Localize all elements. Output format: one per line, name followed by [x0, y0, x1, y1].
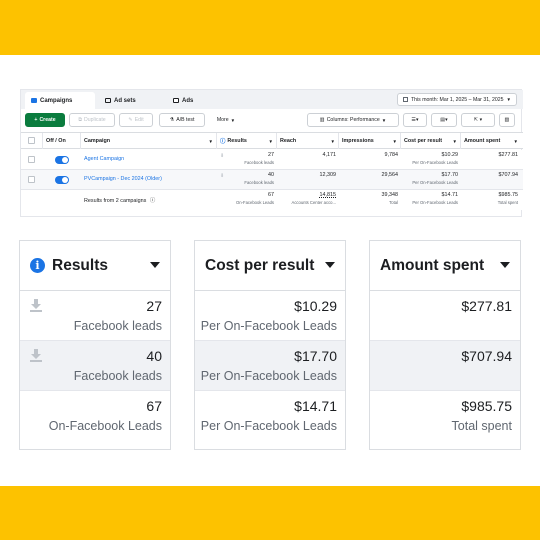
tab-campaigns[interactable]: Campaigns	[25, 92, 95, 109]
columns-dropdown[interactable]: ▥ Columns: Performance ▼	[307, 113, 399, 127]
more-button[interactable]: More ▼	[211, 113, 241, 127]
col-impressions[interactable]: Impressions ▼	[339, 133, 401, 149]
download-icon	[30, 299, 42, 312]
download-icon: ⬇	[220, 173, 225, 179]
chevron-down-icon: ▼	[230, 117, 236, 123]
chart-toggle-button[interactable]: ▨	[499, 113, 515, 127]
date-range-picker[interactable]: This month: Mar 1, 2025 – Mar 31, 2025 ▼	[396, 93, 517, 106]
table-row[interactable]: Agent Campaign ⬇ 27 Facebook leads 4,171 9…	[21, 150, 523, 170]
toolbar: + Create ⧉ Duplicate ✎ Edit ⚗ A/B test M…	[21, 112, 523, 128]
calendar-icon	[402, 97, 408, 102]
folder-icon	[31, 98, 37, 103]
col-reach[interactable]: Reach ▼	[277, 133, 339, 149]
chevron-down-icon: ▼	[392, 138, 397, 144]
plus-icon: +	[34, 117, 38, 123]
col-amount-spent[interactable]: Amount spent ▼	[461, 133, 521, 149]
bottom-yellow-band	[0, 486, 540, 540]
top-yellow-band	[0, 0, 540, 55]
chart-icon: ▨	[504, 117, 510, 123]
col-campaign[interactable]: Campaign ▼	[81, 133, 217, 149]
download-icon: ⬇	[220, 153, 225, 159]
cost-row: $10.29 Per On-Facebook Leads	[195, 291, 345, 341]
col-off-on[interactable]: Off / On	[43, 133, 81, 149]
tab-ads[interactable]: Ads	[167, 92, 229, 109]
amount-spent-card: Amount spent $277.81 $707.94 $985.75 Tot…	[369, 240, 521, 450]
col-results[interactable]: ⓘ Results ▼	[217, 133, 277, 149]
spent-card-header[interactable]: Amount spent	[370, 241, 520, 291]
breakdown-icon: ☰▾	[411, 117, 419, 123]
ads-manager-panel: Campaigns Ad sets Ads This month: Mar 1,…	[20, 89, 523, 217]
spent-row: $707.94	[370, 341, 520, 391]
results-card-header[interactable]: i Results	[20, 241, 170, 291]
row-checkbox[interactable]	[28, 156, 35, 163]
info-icon[interactable]: i	[30, 258, 45, 273]
table-header: Off / On Campaign ▼ ⓘ Results ▼ Reach ▼ Impr…	[21, 132, 523, 149]
cost-per-result-card: Cost per result $10.29 Per On-Facebook L…	[194, 240, 346, 450]
chevron-down-icon[interactable]	[325, 262, 335, 268]
chevron-down-icon[interactable]	[500, 262, 510, 268]
export-button[interactable]: ⇱ ▾	[461, 113, 495, 127]
ab-test-button[interactable]: ⚗ A/B test	[159, 113, 205, 127]
cost-total-row: $14.71 Per On-Facebook Leads	[200, 398, 337, 433]
tab-bar: Campaigns Ad sets Ads This month: Mar 1,…	[21, 90, 523, 109]
chevron-down-icon: ▼	[381, 117, 387, 123]
chevron-down-icon: ▼	[208, 138, 213, 144]
campaign-name-link[interactable]: Agent Campaign	[84, 156, 214, 162]
chevron-down-icon: ▼	[330, 138, 335, 144]
results-row: 27 Facebook leads	[20, 291, 170, 341]
duplicate-button[interactable]: ⧉ Duplicate	[69, 113, 115, 127]
results-row: 40 Facebook leads	[20, 341, 170, 391]
create-button[interactable]: + Create	[25, 113, 65, 127]
results-card: i Results 27 Facebook leads 40 Facebook …	[19, 240, 171, 450]
export-icon: ⇱ ▾	[473, 117, 483, 123]
results-total-row: 67 On-Facebook Leads	[48, 398, 162, 433]
tab-ad-sets[interactable]: Ad sets	[99, 92, 161, 109]
chevron-down-icon: ▼	[268, 138, 273, 144]
ad-icon	[173, 98, 179, 103]
reports-button[interactable]: ▤▾	[431, 113, 457, 127]
reports-icon: ▤▾	[440, 117, 448, 123]
download-icon	[30, 349, 42, 362]
col-cost-per-result[interactable]: Cost per result ▼	[401, 133, 461, 149]
edit-button[interactable]: ✎ Edit	[119, 113, 153, 127]
spent-total-row: $985.75 Total spent	[451, 398, 512, 433]
chevron-down-icon: ▼	[452, 138, 457, 144]
breakdown-button[interactable]: ☰▾	[403, 113, 427, 127]
cost-card-header[interactable]: Cost per result	[195, 241, 345, 291]
flask-icon: ⚗	[169, 117, 175, 123]
campaign-toggle[interactable]	[55, 176, 69, 184]
columns-icon: ▥	[319, 117, 325, 123]
table-row[interactable]: PVCampaign - Dec 2024 (Older) ⬇ 40 Faceboo…	[21, 170, 523, 190]
campaign-toggle[interactable]	[55, 156, 69, 164]
select-all-checkbox-cell[interactable]	[21, 133, 43, 149]
row-checkbox[interactable]	[28, 176, 35, 183]
info-icon: ⓘ	[220, 139, 226, 145]
duplicate-icon: ⧉	[78, 116, 83, 123]
spent-row: $277.81	[370, 291, 520, 341]
select-all-checkbox[interactable]	[28, 137, 35, 144]
chevron-down-icon: ▼	[506, 97, 511, 102]
grid-icon	[105, 98, 111, 103]
chevron-down-icon: ▼	[513, 138, 518, 144]
info-icon: ⓘ	[149, 198, 156, 204]
summary-row: Results from 2 campaigns ⓘ 67 On-Facebook…	[21, 190, 523, 210]
pencil-icon: ✎	[128, 117, 133, 123]
cost-row: $17.70 Per On-Facebook Leads	[195, 341, 345, 391]
chevron-down-icon[interactable]	[150, 262, 160, 268]
campaign-name-link[interactable]: PVCampaign - Dec 2024 (Older)	[84, 176, 214, 182]
